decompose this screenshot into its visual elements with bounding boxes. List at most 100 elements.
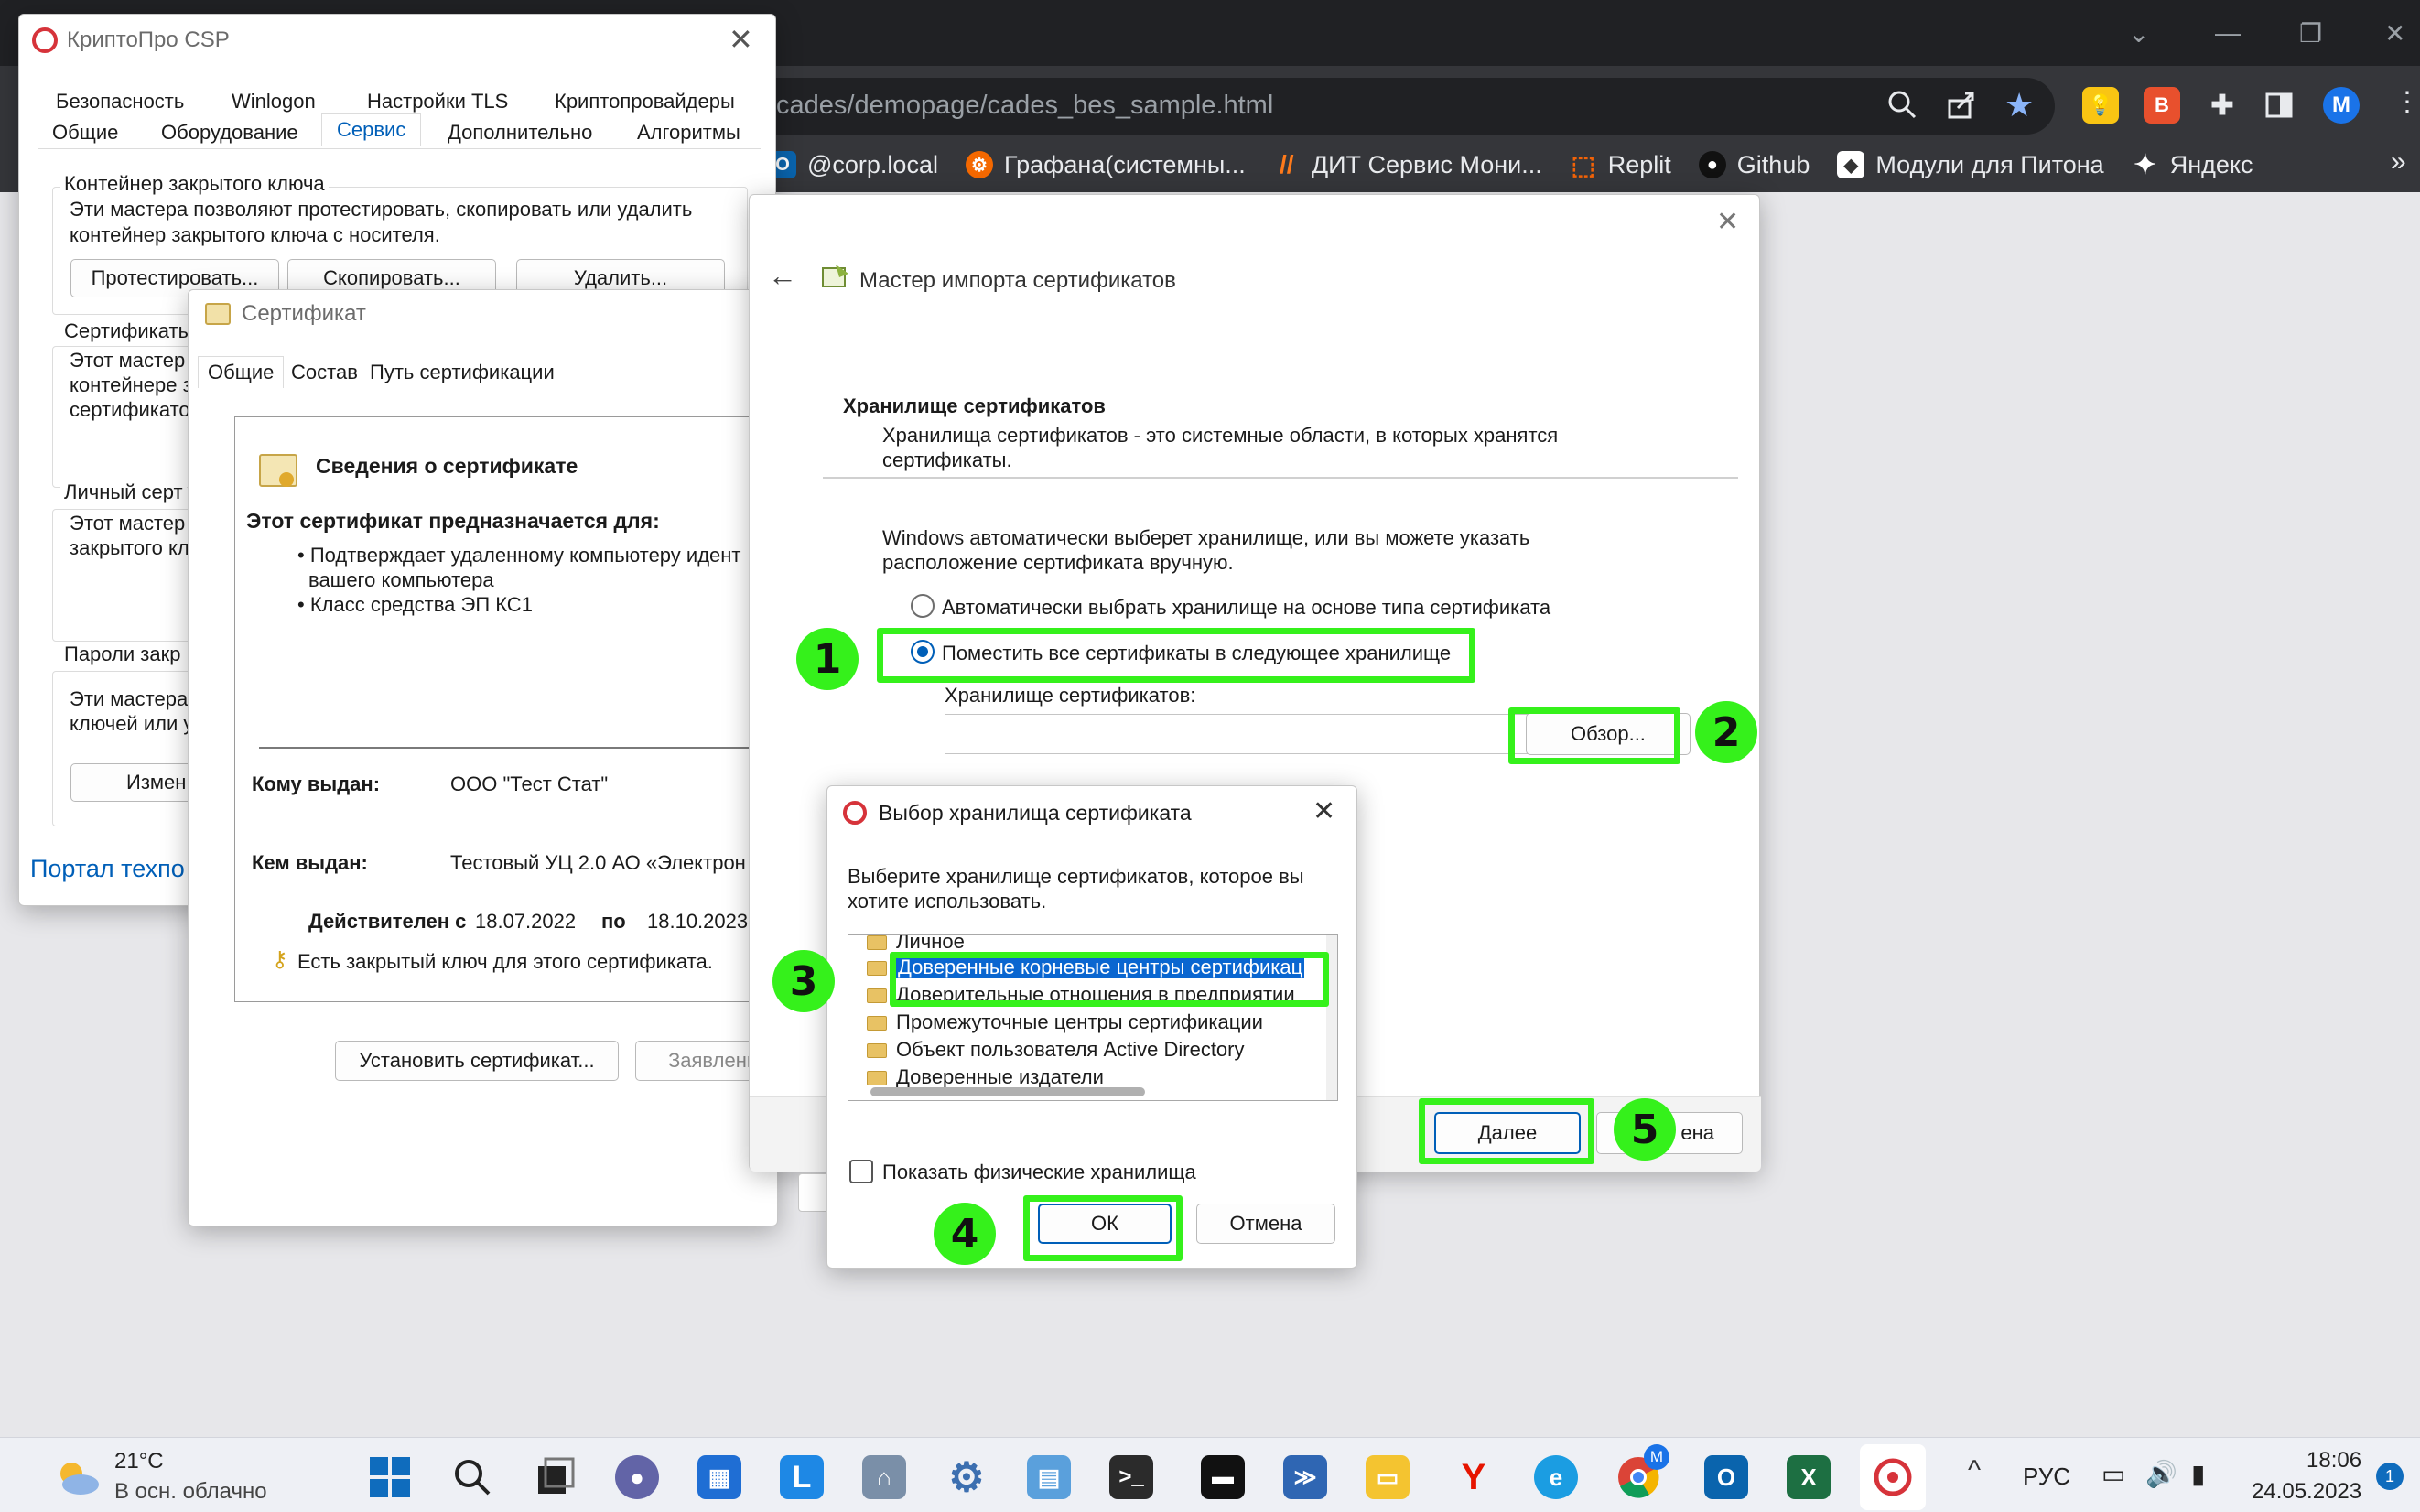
address-url[interactable]: cades/demopage/cades_bes_sample.html (776, 91, 1273, 121)
store-cancel-button[interactable]: Отмена (1196, 1204, 1335, 1244)
bookmark-corp-local[interactable]: O @corp.local (769, 151, 938, 179)
back-arrow-icon[interactable]: ← (768, 259, 797, 293)
tab-tls[interactable]: Настройки TLS (367, 90, 508, 113)
certificate-title: Сертификат (242, 301, 366, 326)
highlight-trusted-root (890, 952, 1329, 1007)
zoom-icon[interactable] (1885, 88, 1918, 121)
tab-cert-path[interactable]: Путь сертификации (370, 361, 555, 384)
close-icon[interactable]: ✕ (729, 22, 753, 57)
cube-icon: ◆ (1837, 151, 1865, 178)
store-field[interactable] (945, 714, 1530, 754)
bookmark-replit[interactable]: ⬚ Replit (1570, 151, 1671, 179)
yandex-browser-icon[interactable]: Y (1452, 1455, 1496, 1499)
show-physical-checkbox[interactable] (849, 1160, 873, 1183)
yandex-icon: ✦ (2134, 149, 2157, 180)
tab-security[interactable]: Безопасность (56, 90, 184, 113)
group-container-title: Контейнер закрытого ключа (60, 172, 329, 196)
wizard-divider (823, 477, 1738, 479)
clock-date[interactable]: 24.05.2023 (2252, 1479, 2361, 1505)
store-item-trusted-publishers[interactable]: Доверенные издатели (867, 1065, 1104, 1089)
bookmark-yandex[interactable]: ✦ Яндекс (2132, 149, 2253, 180)
terminal-icon[interactable]: >_ (1109, 1455, 1153, 1499)
excel-icon[interactable]: X (1787, 1455, 1831, 1499)
volume-icon[interactable]: 🔊 (2145, 1459, 2177, 1489)
purpose-line: • Класс средства ЭП КС1 (297, 593, 533, 616)
clock-time[interactable]: 18:06 (2307, 1448, 2361, 1474)
battery-icon[interactable]: ▮ (2191, 1459, 2205, 1489)
highlight-manual-radio (877, 628, 1475, 683)
tab-general[interactable]: Общие (52, 121, 118, 145)
highlight-next-button (1419, 1098, 1594, 1164)
radio-auto-store[interactable] (911, 594, 935, 618)
bookmark-star-icon[interactable]: ★ (2004, 86, 2034, 124)
cryptopro-title: КриптоПро CSP (67, 27, 230, 52)
bookmark-dit[interactable]: //ДИТ Сервис Мони... (1273, 150, 1542, 179)
radio-auto-label[interactable]: Автоматически выбрать хранилище на основ… (942, 596, 1550, 620)
share-icon[interactable] (1945, 88, 1978, 121)
file-explorer-icon[interactable]: ▭ (1366, 1455, 1410, 1499)
bookmark-grafana[interactable]: ⚙ Графана(системны... (965, 151, 1246, 179)
support-portal-link[interactable]: Портал техпо (30, 855, 185, 883)
store-item-intermediate[interactable]: Промежуточные центры сертификации (867, 1010, 1263, 1034)
store-field-label: Хранилище сертификатов: (945, 684, 1196, 707)
store-item-personal[interactable]: Личное (867, 935, 965, 954)
teams-chat-icon[interactable]: ● (615, 1455, 659, 1499)
grafana-icon: ⚙ (965, 151, 993, 178)
side-panel-icon[interactable] (2261, 87, 2297, 124)
tab-providers[interactable]: Криптопровайдеры (555, 90, 735, 113)
outlook-icon[interactable]: O (1704, 1455, 1748, 1499)
folder-icon (867, 988, 887, 1004)
bookmark-python-modules[interactable]: ◆ Модули для Питона (1837, 151, 2104, 179)
close-window-icon[interactable]: ✕ (2384, 18, 2405, 49)
more-bookmarks-icon[interactable]: » (2391, 146, 2406, 178)
tab-service[interactable]: Сервис (321, 113, 422, 146)
wizard-close-icon[interactable]: ✕ (1716, 206, 1739, 238)
tray-overflow-icon[interactable]: ^ (1968, 1455, 1981, 1486)
settings-gear-icon[interactable]: ⚙ (945, 1455, 989, 1500)
notification-badge[interactable]: 1 (2376, 1463, 2404, 1490)
minimize-icon[interactable]: — (2215, 18, 2241, 48)
network-app-icon[interactable]: ⌂ (862, 1455, 906, 1499)
start-icon[interactable] (368, 1455, 412, 1499)
menu-kebab-icon[interactable]: ⋮ (2393, 86, 2420, 118)
cmd-icon[interactable]: ▬ (1201, 1455, 1245, 1499)
store-item-ad-user[interactable]: Объект пользователя Active Directory (867, 1038, 1245, 1062)
chrome-profile-badge: M (1644, 1444, 1669, 1470)
profile-avatar[interactable]: M (2323, 87, 2360, 124)
task-view-icon[interactable] (533, 1455, 577, 1499)
step-marker-3: 3 (772, 950, 835, 1012)
extension-bulb-icon[interactable]: 💡 (2082, 87, 2119, 124)
tab-search-icon[interactable]: ⌄ (2128, 18, 2149, 49)
show-physical-label[interactable]: Показать физические хранилища (882, 1161, 1196, 1184)
tab-algorithms[interactable]: Алгоритмы (637, 121, 740, 145)
weather-temp[interactable]: 21°C (114, 1449, 164, 1474)
search-icon[interactable] (450, 1455, 494, 1499)
group-certificates-line: сертификато (70, 398, 190, 421)
weather-desc[interactable]: В осн. облачно (114, 1479, 267, 1505)
extensions-puzzle-icon[interactable]: ✚ (2204, 87, 2241, 124)
bookmarks-bar: O @corp.local ⚙ Графана(системны... //ДИТ … (769, 146, 2416, 183)
tab-advanced[interactable]: Дополнительно (448, 121, 592, 145)
control-panel-icon[interactable]: ▤ (1027, 1455, 1071, 1499)
store-app-icon[interactable]: ▦ (697, 1455, 741, 1499)
edge-icon[interactable]: e (1534, 1455, 1578, 1499)
language-indicator[interactable]: РУС (2023, 1463, 2070, 1491)
store-dialog-close-icon[interactable]: ✕ (1313, 795, 1335, 827)
tab-cert-details[interactable]: Состав (291, 361, 358, 384)
group-personal-line: закрытого кл (70, 536, 189, 559)
network-icon[interactable]: ▭ (2101, 1459, 2125, 1489)
bookmark-github[interactable]: ● Github (1698, 151, 1810, 179)
tab-cert-general[interactable]: Общие (198, 356, 285, 388)
install-certificate-button[interactable]: Установить сертификат... (335, 1041, 619, 1081)
tab-hardware[interactable]: Оборудование (161, 121, 298, 145)
cryptopro-taskbar-icon[interactable] (1871, 1455, 1915, 1499)
step-marker-2: 2 (1695, 701, 1757, 763)
powershell-icon[interactable]: ≫ (1283, 1455, 1327, 1499)
maximize-icon[interactable]: ❐ (2299, 18, 2322, 49)
weather-icon[interactable] (53, 1455, 103, 1499)
extension-b-icon[interactable]: B (2144, 87, 2180, 124)
tab-winlogon[interactable]: Winlogon (232, 90, 316, 113)
cryptopro-logo-icon (32, 27, 58, 53)
l-app-icon[interactable]: L (780, 1455, 824, 1499)
horizontal-scrollbar[interactable] (870, 1087, 1145, 1096)
